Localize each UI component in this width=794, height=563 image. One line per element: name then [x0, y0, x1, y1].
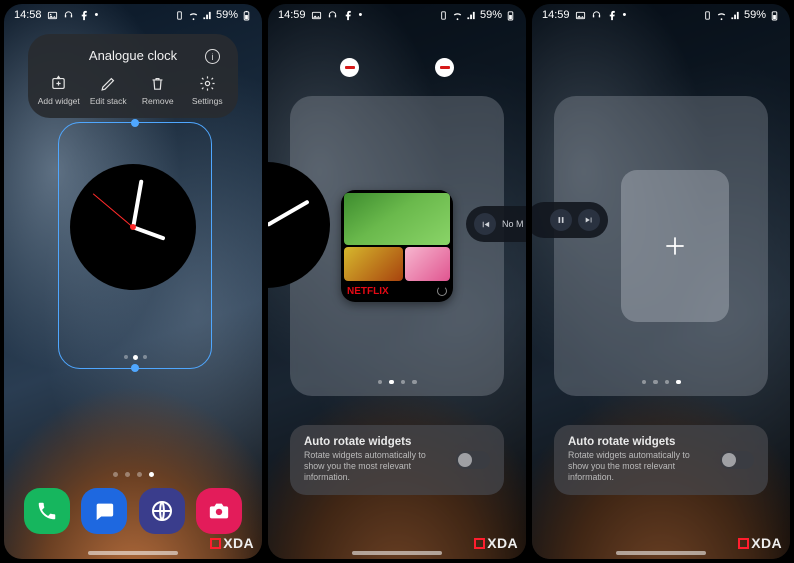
messages-app[interactable] [81, 488, 127, 534]
status-battery: 59% [216, 9, 238, 21]
stack-page-indicator [290, 380, 504, 385]
battery-icon [505, 10, 516, 21]
action-label: Settings [192, 96, 223, 106]
auto-rotate-toggle[interactable] [456, 451, 490, 469]
app-dock [16, 483, 250, 539]
auto-rotate-title: Auto rotate widgets [568, 436, 710, 448]
xda-logo-square [738, 538, 749, 549]
image-icon [575, 10, 586, 21]
widget-options-popup: Analogue clock i Add widget Edit stack R… [28, 34, 238, 118]
image-icon [311, 10, 322, 21]
netflix-logo: NETFLIX [347, 286, 389, 297]
remove-widget-badge[interactable] [435, 58, 454, 77]
netflix-thumbnail-a [344, 247, 403, 281]
gesture-nav-pill[interactable] [352, 551, 442, 555]
info-button[interactable]: i [205, 49, 220, 64]
status-bar: 14:58 • 59% [4, 4, 262, 26]
headset-icon [63, 10, 74, 21]
battery-icon [241, 10, 252, 21]
auto-rotate-toggle[interactable] [720, 451, 754, 469]
settings-action[interactable]: Settings [183, 75, 233, 106]
stack-page-indicator [554, 380, 768, 385]
loading-icon [437, 286, 447, 296]
pause-icon [550, 209, 572, 231]
auto-rotate-card: Auto rotate widgets Rotate widgets autom… [554, 425, 768, 495]
minute-hand [268, 199, 309, 226]
action-label: Edit stack [90, 96, 127, 106]
resize-handle-top[interactable] [131, 119, 139, 127]
status-battery: 59% [744, 9, 766, 21]
screen-widget-edit: 14:58 • 59% [4, 4, 262, 559]
plus-icon [662, 233, 688, 259]
xda-logo-square [474, 538, 485, 549]
facebook-icon [79, 10, 90, 21]
status-bar: 14:59 • 59% [532, 4, 790, 26]
facebook-icon [343, 10, 354, 21]
wifi-icon [188, 10, 199, 21]
screen-stack-editor-netflix: 14:59 • 59% NETFLIX [268, 4, 526, 559]
xda-watermark: XDA [210, 535, 254, 551]
wifi-icon [452, 10, 463, 21]
battery-icon [769, 10, 780, 21]
auto-rotate-description: Rotate widgets automatically to show you… [568, 450, 710, 483]
popup-title: Analogue clock [89, 48, 177, 63]
vibrate-icon [702, 10, 713, 21]
more-icon: • [623, 9, 627, 21]
phone-app[interactable] [24, 488, 70, 534]
camera-app[interactable] [196, 488, 242, 534]
screen-stack-editor-add: 14:59 • 59% [532, 4, 790, 559]
auto-rotate-title: Auto rotate widgets [304, 436, 446, 448]
widget-stack-canvas[interactable] [554, 96, 768, 396]
more-icon: • [359, 9, 363, 21]
xda-watermark: XDA [738, 535, 782, 551]
widget-resize-frame[interactable] [58, 122, 212, 369]
vibrate-icon [174, 10, 185, 21]
headset-icon [591, 10, 602, 21]
homescreen-page-indicator[interactable] [4, 472, 262, 477]
gesture-nav-pill[interactable] [616, 551, 706, 555]
status-battery: 59% [480, 9, 502, 21]
vibrate-icon [438, 10, 449, 21]
headset-icon [327, 10, 338, 21]
image-icon [47, 10, 58, 21]
signal-icon [466, 10, 477, 21]
add-widget-action[interactable]: Add widget [34, 75, 84, 106]
action-label: Remove [142, 96, 174, 106]
resize-handle-bottom[interactable] [131, 364, 139, 372]
auto-rotate-card: Auto rotate widgets Rotate widgets autom… [290, 425, 504, 495]
status-time: 14:59 [542, 9, 570, 21]
widget-page-indicator [59, 355, 211, 360]
music-status-text: No M [502, 219, 524, 229]
music-widget-preview[interactable]: No M [466, 206, 526, 242]
widget-stack-canvas[interactable]: NETFLIX No M [290, 96, 504, 396]
action-label: Add widget [38, 96, 80, 106]
edit-stack-action[interactable]: Edit stack [84, 75, 134, 106]
signal-icon [202, 10, 213, 21]
wifi-icon [716, 10, 727, 21]
xda-logo-square [210, 538, 221, 549]
next-track-icon [578, 209, 600, 231]
previous-track-icon [474, 213, 496, 235]
gesture-nav-pill[interactable] [88, 551, 178, 555]
internet-app[interactable] [139, 488, 185, 534]
remove-widget-badge[interactable] [340, 58, 359, 77]
status-bar: 14:59 • 59% [268, 4, 526, 26]
netflix-thumbnail-b [405, 247, 450, 281]
facebook-icon [607, 10, 618, 21]
status-time: 14:58 [14, 9, 42, 21]
more-icon: • [95, 9, 99, 21]
xda-watermark: XDA [474, 535, 518, 551]
netflix-widget[interactable]: NETFLIX [341, 190, 453, 302]
netflix-thumbnail-main [344, 193, 450, 245]
add-widget-slot[interactable] [621, 170, 729, 322]
remove-action[interactable]: Remove [133, 75, 183, 106]
signal-icon [730, 10, 741, 21]
status-time: 14:59 [278, 9, 306, 21]
clock-widget-preview[interactable] [268, 162, 330, 288]
auto-rotate-description: Rotate widgets automatically to show you… [304, 450, 446, 483]
music-widget-preview[interactable] [532, 202, 608, 238]
